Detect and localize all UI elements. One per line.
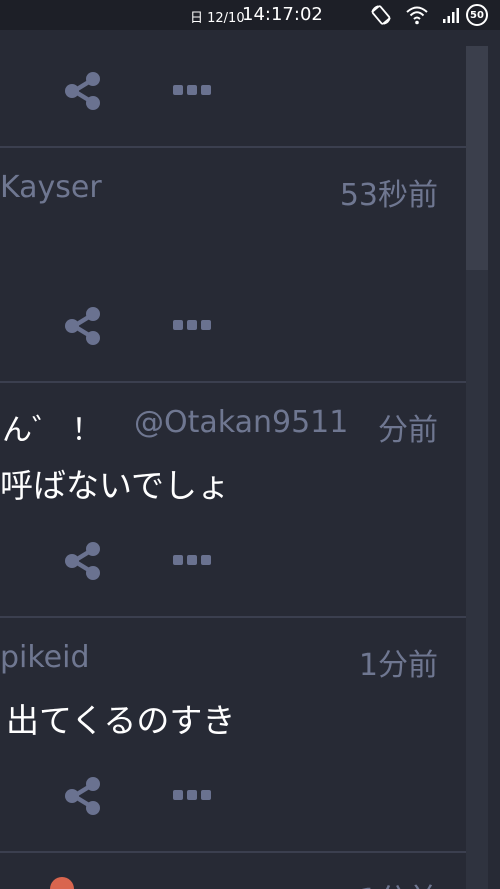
tweet-item[interactable]: pikeid 1分前 出てくるのすき [0, 618, 466, 853]
tweet-time: 53秒前 [339, 178, 438, 213]
tweet-author[interactable]: Kayser [0, 170, 102, 205]
tweet-time: 分前 [378, 413, 438, 448]
tweet-item[interactable]: ん゛ ！ @Otakan9511 分前 呼ばないでしょ [0, 383, 466, 618]
more-dots-icon[interactable] [172, 319, 212, 333]
more-dots-icon[interactable] [172, 84, 212, 98]
cell-signal-icon [443, 8, 459, 23]
screen-rotation-icon [371, 5, 391, 25]
tweet-text: 出てくるのすき [6, 701, 236, 740]
share-icon[interactable] [62, 775, 104, 817]
wifi-icon [406, 6, 428, 25]
tweet-item[interactable]: 1分前 [0, 853, 466, 889]
tweet-item[interactable] [0, 30, 466, 148]
tweet-author[interactable]: pikeid [0, 640, 90, 675]
screen: 日 12/10 14:17:02 50 Kayser 53秒前 ん゛ ！ @Ot… [0, 0, 500, 889]
share-icon[interactable] [62, 305, 104, 347]
tweet-author[interactable]: ん゛ ！ [2, 405, 102, 449]
tweet-time: 1分前 [359, 875, 438, 889]
more-dots-icon[interactable] [172, 554, 212, 568]
more-dots-icon[interactable] [172, 789, 212, 803]
share-icon[interactable] [62, 70, 104, 112]
battery-icon: 50 [466, 4, 488, 26]
status-bar: 日 12/10 14:17:02 50 [0, 0, 500, 30]
status-time: 14:17:02 [242, 4, 323, 25]
tweet-text: 呼ばないでしょ [0, 466, 231, 505]
share-icon[interactable] [62, 540, 104, 582]
tweet-time: 1分前 [358, 648, 438, 683]
scrollbar-thumb[interactable] [466, 46, 488, 270]
status-date: 日 12/10 [190, 11, 245, 26]
tweet-item[interactable]: Kayser 53秒前 [0, 148, 466, 383]
tweet-handle[interactable]: @Otakan9511 [134, 405, 348, 440]
avatar[interactable] [50, 877, 74, 889]
